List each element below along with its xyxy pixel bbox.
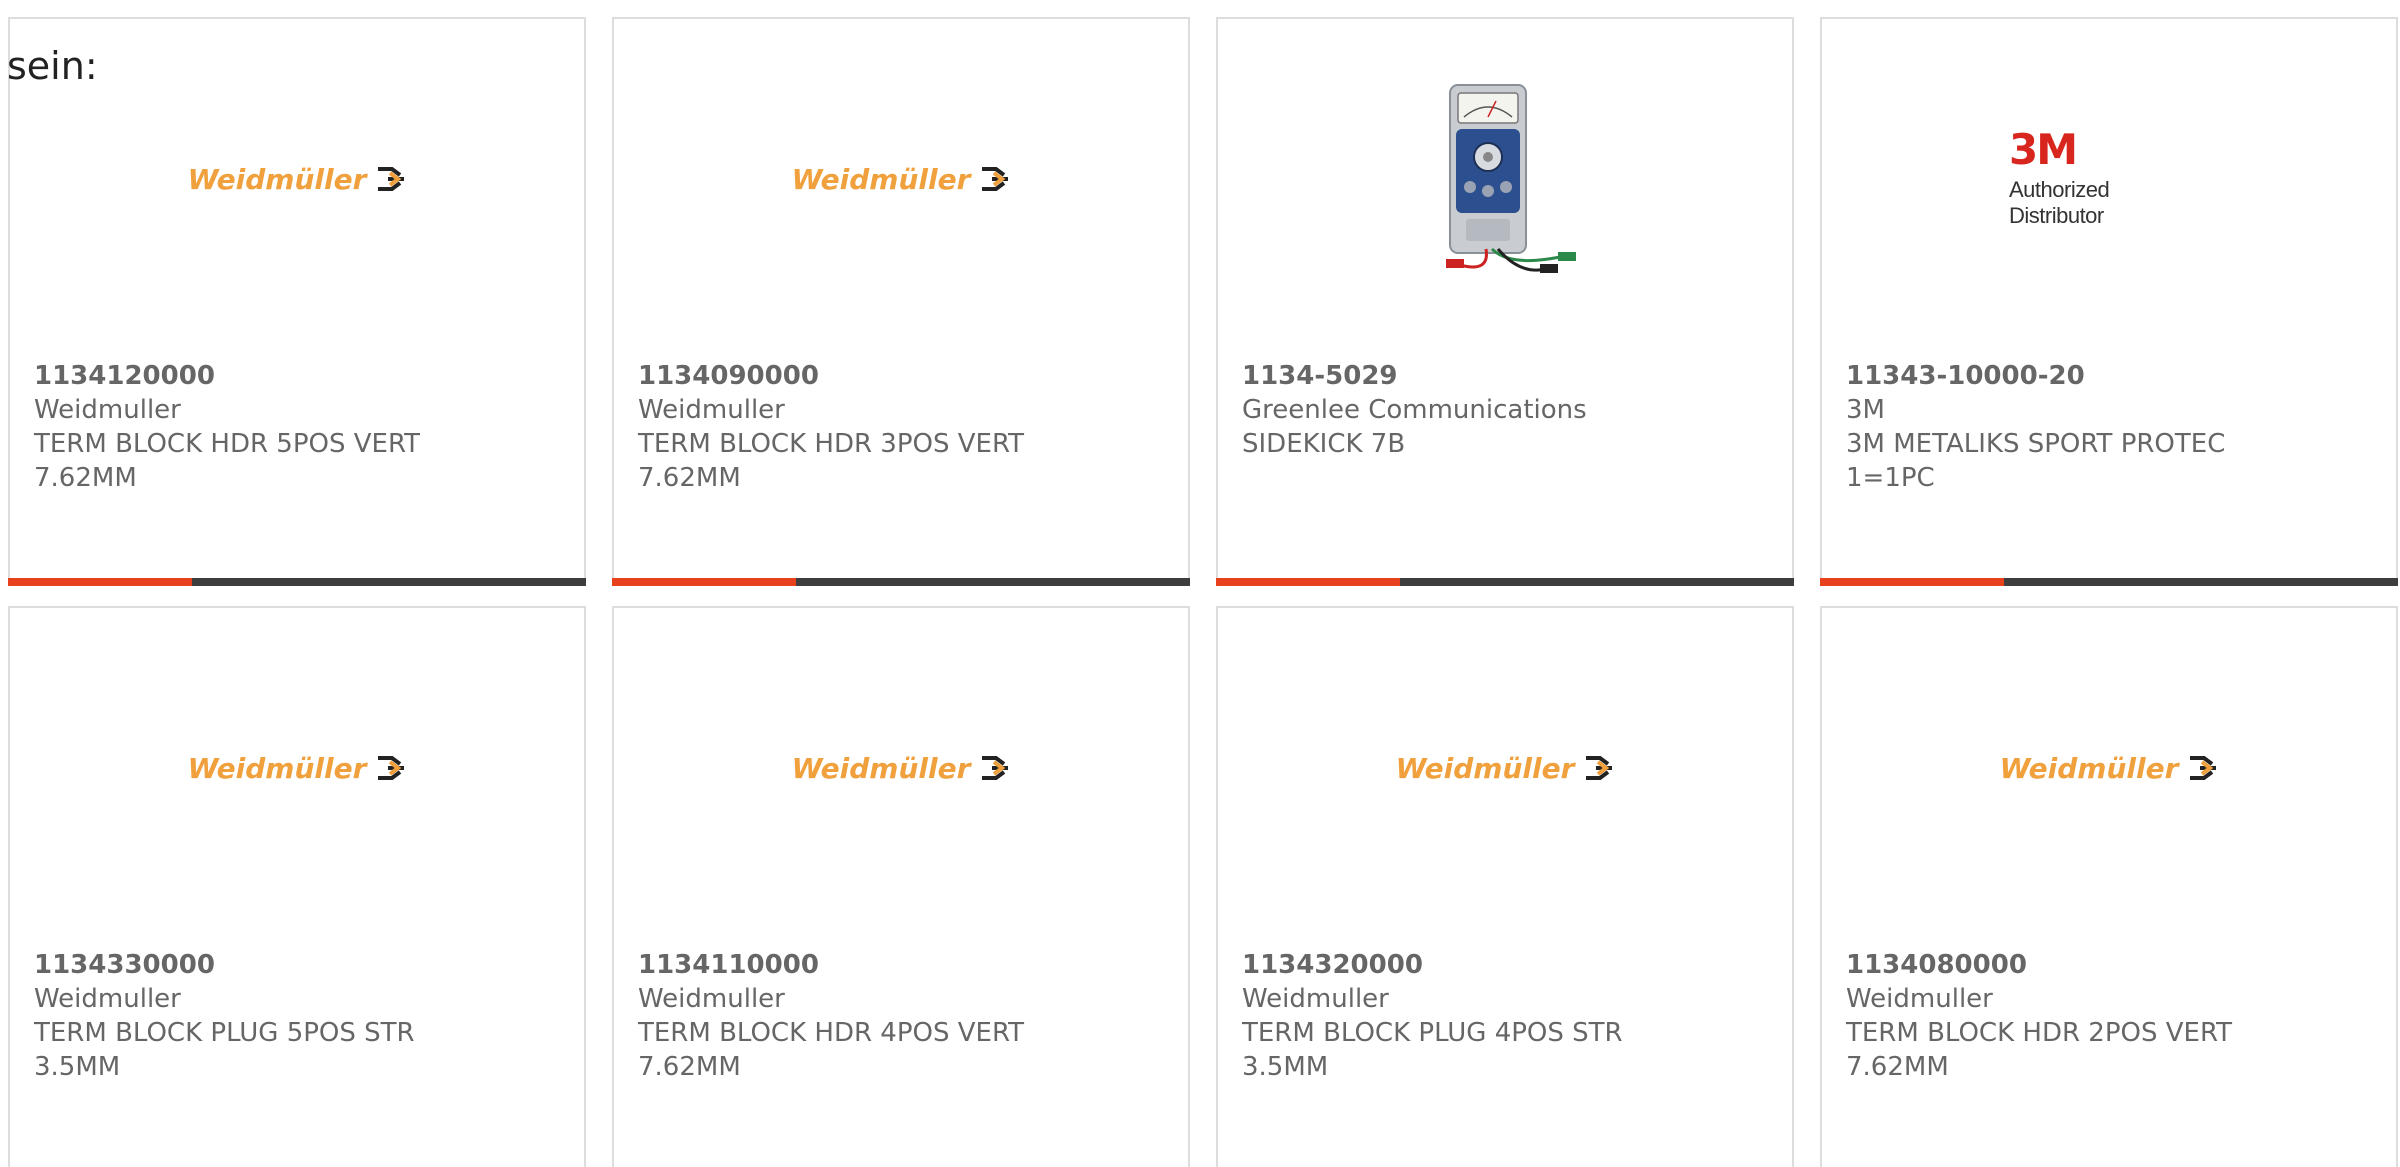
product-image[interactable]: 3M Authorized Distributor xyxy=(1822,79,2396,279)
description-line-1: TERM BLOCK PLUG 4POS STR xyxy=(1242,1018,1623,1048)
product-card[interactable]: 3M Authorized Distributor 11343-10000-20… xyxy=(1820,17,2398,586)
product-info: 1134330000 Weidmuller TERM BLOCK PLUG 5P… xyxy=(34,948,564,1084)
product-card[interactable]: 1134-5029 Greenlee Communications SIDEKI… xyxy=(1216,17,1794,586)
weidmuller-mark-icon xyxy=(2190,756,2217,780)
accent-segment xyxy=(8,578,192,586)
product-image[interactable]: Weidmüller xyxy=(614,668,1188,868)
product-image[interactable] xyxy=(1218,79,1792,279)
product-card[interactable]: Weidmüller 1134120000 Weidmuller TERM BL… xyxy=(8,17,586,586)
description-line-1: 3M METALIKS SPORT PROTEC xyxy=(1846,429,2226,459)
part-number-link[interactable]: 1134110000 xyxy=(638,948,1168,982)
manufacturer: Weidmuller xyxy=(638,984,785,1014)
weidmuller-mark-icon xyxy=(378,167,405,191)
description-line-2: 3.5MM xyxy=(1242,1052,1329,1082)
weidmuller-logo: Weidmüller xyxy=(188,752,407,785)
manufacturer: 3M xyxy=(1846,395,1885,425)
product-card[interactable]: Weidmüller 1134080000 Weidmuller TERM BL… xyxy=(1820,606,2398,1167)
product-info: 11343-10000-20 3M 3M METALIKS SPORT PROT… xyxy=(1846,359,2376,495)
description-line-1: SIDEKICK 7B xyxy=(1242,429,1406,459)
accent-segment xyxy=(1216,578,1400,586)
product-card[interactable]: Weidmüller 1134330000 Weidmuller TERM BL… xyxy=(8,606,586,1167)
product-card[interactable]: Weidmüller 1134110000 Weidmuller TERM BL… xyxy=(612,606,1190,1167)
part-number-link[interactable]: 1134120000 xyxy=(34,359,564,393)
product-image[interactable]: Weidmüller xyxy=(1822,668,2396,868)
description-line-2: 7.62MM xyxy=(34,463,137,493)
weidmuller-logo: Weidmüller xyxy=(792,752,1011,785)
weidmuller-mark-icon xyxy=(982,756,1009,780)
product-info: 1134080000 Weidmuller TERM BLOCK HDR 2PO… xyxy=(1846,948,2376,1084)
weidmuller-logo: Weidmüller xyxy=(2000,752,2219,785)
description-line-2: 7.62MM xyxy=(638,1052,741,1082)
card-accent-bar xyxy=(1820,578,2398,586)
description-line-1: TERM BLOCK HDR 3POS VERT xyxy=(638,429,1025,459)
product-image[interactable]: Weidmüller xyxy=(10,79,584,279)
description-line-1: TERM BLOCK HDR 5POS VERT xyxy=(34,429,421,459)
part-number-link[interactable]: 1134080000 xyxy=(1846,948,2376,982)
manufacturer: Weidmuller xyxy=(34,984,181,1014)
cable-tester-photo-icon xyxy=(1446,84,1576,273)
part-number-link[interactable]: 1134090000 xyxy=(638,359,1168,393)
3m-logo: 3M Authorized Distributor xyxy=(2009,125,2110,229)
manufacturer: Weidmuller xyxy=(34,395,181,425)
accent-segment xyxy=(1820,578,2004,586)
manufacturer: Greenlee Communications xyxy=(1242,395,1587,425)
product-info: 1134120000 Weidmuller TERM BLOCK HDR 5PO… xyxy=(34,359,564,495)
accent-segment xyxy=(612,578,796,586)
product-image[interactable]: Weidmüller xyxy=(1218,668,1792,868)
weidmuller-logo: Weidmüller xyxy=(188,163,407,196)
product-card[interactable]: Weidmüller 1134090000 Weidmuller TERM BL… xyxy=(612,17,1190,586)
part-number-link[interactable]: 11343-10000-20 xyxy=(1846,359,2376,393)
card-accent-bar xyxy=(612,578,1190,586)
product-image[interactable]: Weidmüller xyxy=(614,79,1188,279)
weidmuller-logo: Weidmüller xyxy=(792,163,1011,196)
description-line-2: 7.62MM xyxy=(1846,1052,1949,1082)
product-image[interactable]: Weidmüller xyxy=(10,668,584,868)
product-info: 1134110000 Weidmuller TERM BLOCK HDR 4PO… xyxy=(638,948,1168,1084)
manufacturer: Weidmuller xyxy=(1242,984,1389,1014)
description-line-2: 7.62MM xyxy=(638,463,741,493)
weidmuller-mark-icon xyxy=(378,756,405,780)
manufacturer: Weidmuller xyxy=(638,395,785,425)
description-line-1: TERM BLOCK PLUG 5POS STR xyxy=(34,1018,415,1048)
description-line-1: TERM BLOCK HDR 2POS VERT xyxy=(1846,1018,2233,1048)
card-accent-bar xyxy=(1216,578,1794,586)
manufacturer: Weidmuller xyxy=(1846,984,1993,1014)
product-grid: Weidmüller 1134120000 Weidmuller TERM BL… xyxy=(0,0,2400,1167)
weidmuller-mark-icon xyxy=(982,167,1009,191)
header-fragment-text: sein: xyxy=(7,44,98,88)
product-info: 1134090000 Weidmuller TERM BLOCK HDR 3PO… xyxy=(638,359,1168,495)
weidmuller-logo: Weidmüller xyxy=(1396,752,1615,785)
description-line-1: TERM BLOCK HDR 4POS VERT xyxy=(638,1018,1025,1048)
product-card[interactable]: Weidmüller 1134320000 Weidmuller TERM BL… xyxy=(1216,606,1794,1167)
description-line-2: 3.5MM xyxy=(34,1052,121,1082)
product-info: 1134-5029 Greenlee Communications SIDEKI… xyxy=(1242,359,1772,461)
product-info: 1134320000 Weidmuller TERM BLOCK PLUG 4P… xyxy=(1242,948,1772,1084)
card-accent-bar xyxy=(8,578,586,586)
part-number-link[interactable]: 1134-5029 xyxy=(1242,359,1772,393)
weidmuller-mark-icon xyxy=(1586,756,1613,780)
part-number-link[interactable]: 1134320000 xyxy=(1242,948,1772,982)
description-line-2: 1=1PC xyxy=(1846,463,1935,493)
part-number-link[interactable]: 1134330000 xyxy=(34,948,564,982)
